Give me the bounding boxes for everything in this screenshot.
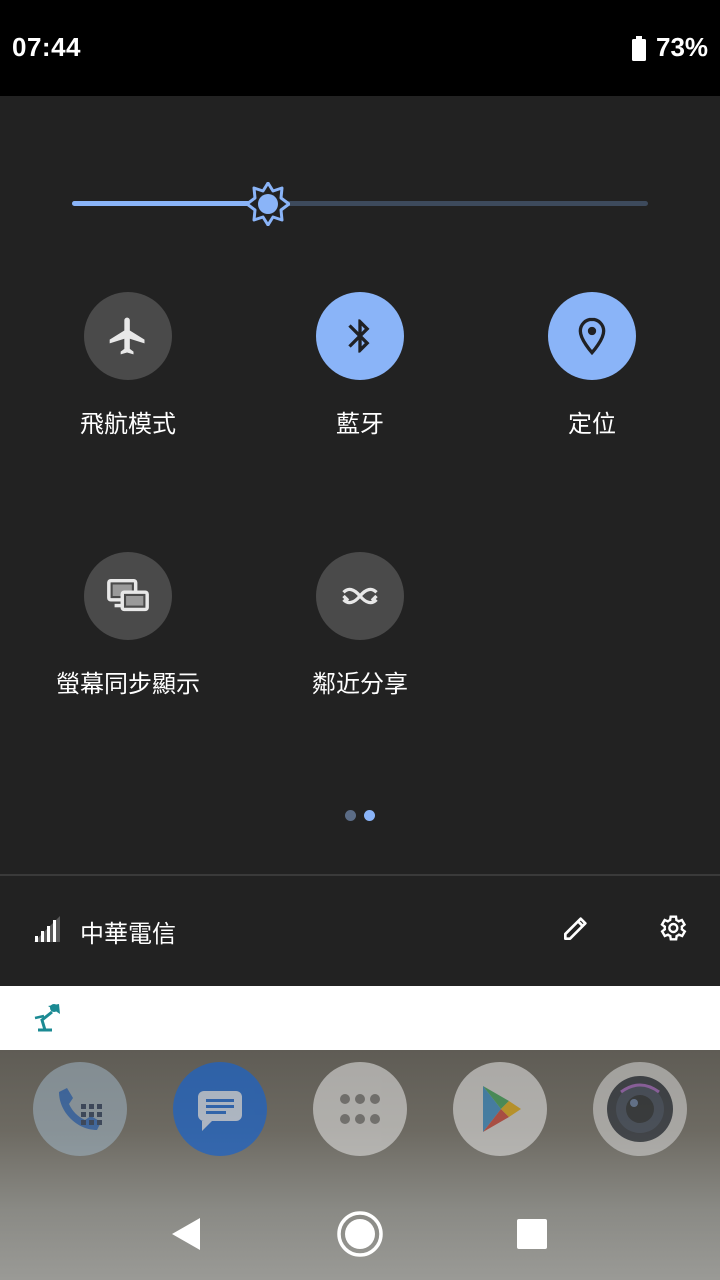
- status-bar: 07:44 73%: [0, 0, 720, 96]
- camera-icon: [607, 1076, 673, 1142]
- page-dot-1: [345, 810, 356, 821]
- tile-screen-cast[interactable]: 螢幕同步顯示: [12, 552, 244, 742]
- dock-app-drawer[interactable]: [313, 1062, 407, 1156]
- quick-settings-panel: 飛航模式 藍牙 定位 螢幕同步顯示 鄰近分享 中華電信: [0, 96, 720, 986]
- bluetooth-icon: [348, 319, 370, 353]
- tile-bluetooth-circle[interactable]: [316, 292, 404, 380]
- recents-button[interactable]: [500, 1202, 564, 1266]
- tile-nearby-circle[interactable]: [316, 552, 404, 640]
- tile-label: 鄰近分享: [312, 670, 408, 698]
- dock-play-store[interactable]: [453, 1062, 547, 1156]
- app-drawer-icon: [340, 1094, 380, 1124]
- signal-icon: [34, 916, 60, 942]
- brightness-icon[interactable]: [245, 182, 290, 226]
- recents-icon: [517, 1219, 547, 1249]
- edit-icon: [564, 917, 587, 940]
- home-icon: [337, 1211, 383, 1257]
- quick-settings-footer: 中華電信: [0, 876, 720, 986]
- navigation-bar: [0, 1188, 720, 1280]
- cast-screen-icon: [107, 578, 149, 612]
- tile-bluetooth[interactable]: 藍牙: [244, 292, 476, 482]
- brightness-fill: [72, 201, 268, 206]
- phone-icon: [59, 1088, 102, 1130]
- edit-button[interactable]: [556, 908, 596, 948]
- messages-icon: [198, 1091, 242, 1131]
- tile-airplane-mode[interactable]: 飛航模式: [12, 292, 244, 482]
- carrier-name: 中華電信: [80, 920, 176, 948]
- tile-label: 定位: [568, 410, 616, 438]
- tile-airplane-circle[interactable]: [84, 292, 172, 380]
- notification-bar[interactable]: [0, 986, 720, 1050]
- tile-nearby-share[interactable]: 鄰近分享: [244, 552, 476, 742]
- battery-icon: [632, 36, 646, 61]
- tile-label: 飛航模式: [80, 410, 176, 438]
- page-indicator: [345, 810, 377, 822]
- page-dot-2: [364, 810, 375, 821]
- tile-label: 螢幕同步顯示: [56, 670, 200, 698]
- battery-percent: 73%: [656, 32, 709, 62]
- tile-location[interactable]: 定位: [476, 292, 708, 482]
- dock-phone[interactable]: [33, 1062, 127, 1156]
- gear-icon: [660, 915, 687, 941]
- airplane-icon: [109, 317, 145, 355]
- back-button[interactable]: [154, 1202, 218, 1266]
- clock: 07:44: [12, 32, 81, 62]
- back-icon: [172, 1218, 200, 1250]
- location-icon: [578, 317, 606, 356]
- nearby-share-icon: [342, 587, 378, 605]
- dock-camera[interactable]: [593, 1062, 687, 1156]
- tile-location-circle[interactable]: [548, 292, 636, 380]
- brightness-slider[interactable]: [72, 182, 648, 226]
- settings-button[interactable]: [652, 908, 692, 948]
- play-store-icon: [483, 1086, 521, 1132]
- lamp-icon: [34, 1004, 60, 1032]
- dock-messages[interactable]: [173, 1062, 267, 1156]
- tile-label: 藍牙: [336, 410, 384, 438]
- home-screen: [0, 1050, 720, 1280]
- tile-cast-circle[interactable]: [84, 552, 172, 640]
- home-button[interactable]: [328, 1202, 392, 1266]
